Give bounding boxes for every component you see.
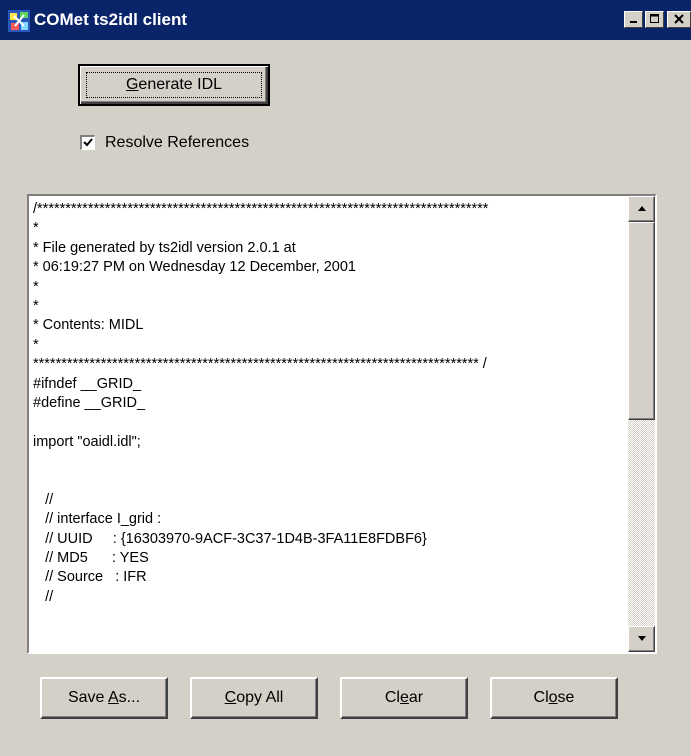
close-window-button[interactable]: [667, 11, 691, 28]
copy-all-button[interactable]: Copy All: [190, 677, 318, 719]
output-line: *: [33, 220, 39, 237]
label-part: Cl: [384, 689, 400, 706]
window-title: COMet ts2idl client: [34, 10, 188, 29]
output-line: // Source : IFR: [33, 569, 147, 586]
label-part: ar: [408, 689, 424, 706]
access-key: e: [399, 689, 409, 706]
output-line: *: [33, 336, 39, 353]
vertical-scrollbar[interactable]: [628, 196, 655, 652]
output-line: // interface I_grid :: [33, 511, 162, 528]
label-part: opy All: [236, 689, 284, 706]
label-part: s...: [118, 689, 141, 706]
label-part: se: [557, 689, 575, 706]
generate-idl-button[interactable]: Generate IDL: [78, 64, 270, 106]
arrow-down-icon: [638, 636, 646, 641]
idl-output-text[interactable]: /***************************************…: [33, 200, 625, 648]
app-icon: [8, 10, 30, 32]
idl-output-textarea[interactable]: /***************************************…: [27, 194, 657, 654]
clear-label: Clear: [385, 679, 423, 717]
resolve-references-checkbox[interactable]: [80, 135, 95, 150]
output-line: * 06:19:27 PM on Wednesday 12 December, …: [33, 259, 356, 276]
output-line: /***************************************…: [33, 201, 489, 217]
output-line: //: [33, 491, 54, 508]
output-line: // MD5 : YES: [33, 550, 149, 567]
output-line: * Contents: MIDL: [33, 317, 144, 334]
access-key: A: [108, 689, 119, 706]
close-label: Close: [534, 679, 575, 717]
close-icon: [674, 14, 684, 24]
focus-rectangle: [86, 72, 262, 98]
label-part: Cl: [533, 689, 549, 706]
label-part: Save: [67, 689, 108, 706]
copy-all-label: Copy All: [225, 679, 284, 717]
output-line: import "oaidl.idl";: [33, 433, 141, 450]
title-bar[interactable]: COMet ts2idl client: [0, 0, 691, 40]
checkmark-icon: [83, 138, 93, 147]
output-line: //: [33, 588, 54, 605]
resolve-references-label[interactable]: Resolve References: [105, 134, 249, 152]
output-line: #ifndef __GRID_: [33, 375, 142, 392]
close-button[interactable]: Close: [490, 677, 618, 719]
output-line: *: [33, 278, 39, 295]
output-line: // UUID : {16303970-9ACF-3C37-1D4B-3FA11…: [33, 530, 427, 547]
clear-button[interactable]: Clear: [340, 677, 468, 719]
access-key: o: [548, 689, 558, 706]
scroll-up-button[interactable]: [628, 196, 655, 222]
output-line: *: [33, 297, 39, 314]
maximize-button[interactable]: [645, 11, 664, 28]
save-as-button[interactable]: Save As...: [40, 677, 168, 719]
scroll-down-button[interactable]: [628, 626, 655, 652]
output-line: * File generated by ts2idl version 2.0.1…: [33, 239, 296, 256]
save-as-label: Save As...: [68, 679, 140, 717]
minimize-button[interactable]: [624, 11, 643, 28]
minimize-icon: [629, 21, 637, 23]
access-key: C: [224, 689, 237, 706]
main-window: COMet ts2idl client Generate IDL Resolve…: [0, 0, 691, 756]
output-line: ****************************************…: [33, 356, 487, 373]
arrow-up-icon: [638, 206, 646, 211]
maximize-icon: [649, 14, 659, 23]
scroll-thumb[interactable]: [628, 222, 655, 420]
output-line: #define __GRID_: [33, 394, 146, 411]
